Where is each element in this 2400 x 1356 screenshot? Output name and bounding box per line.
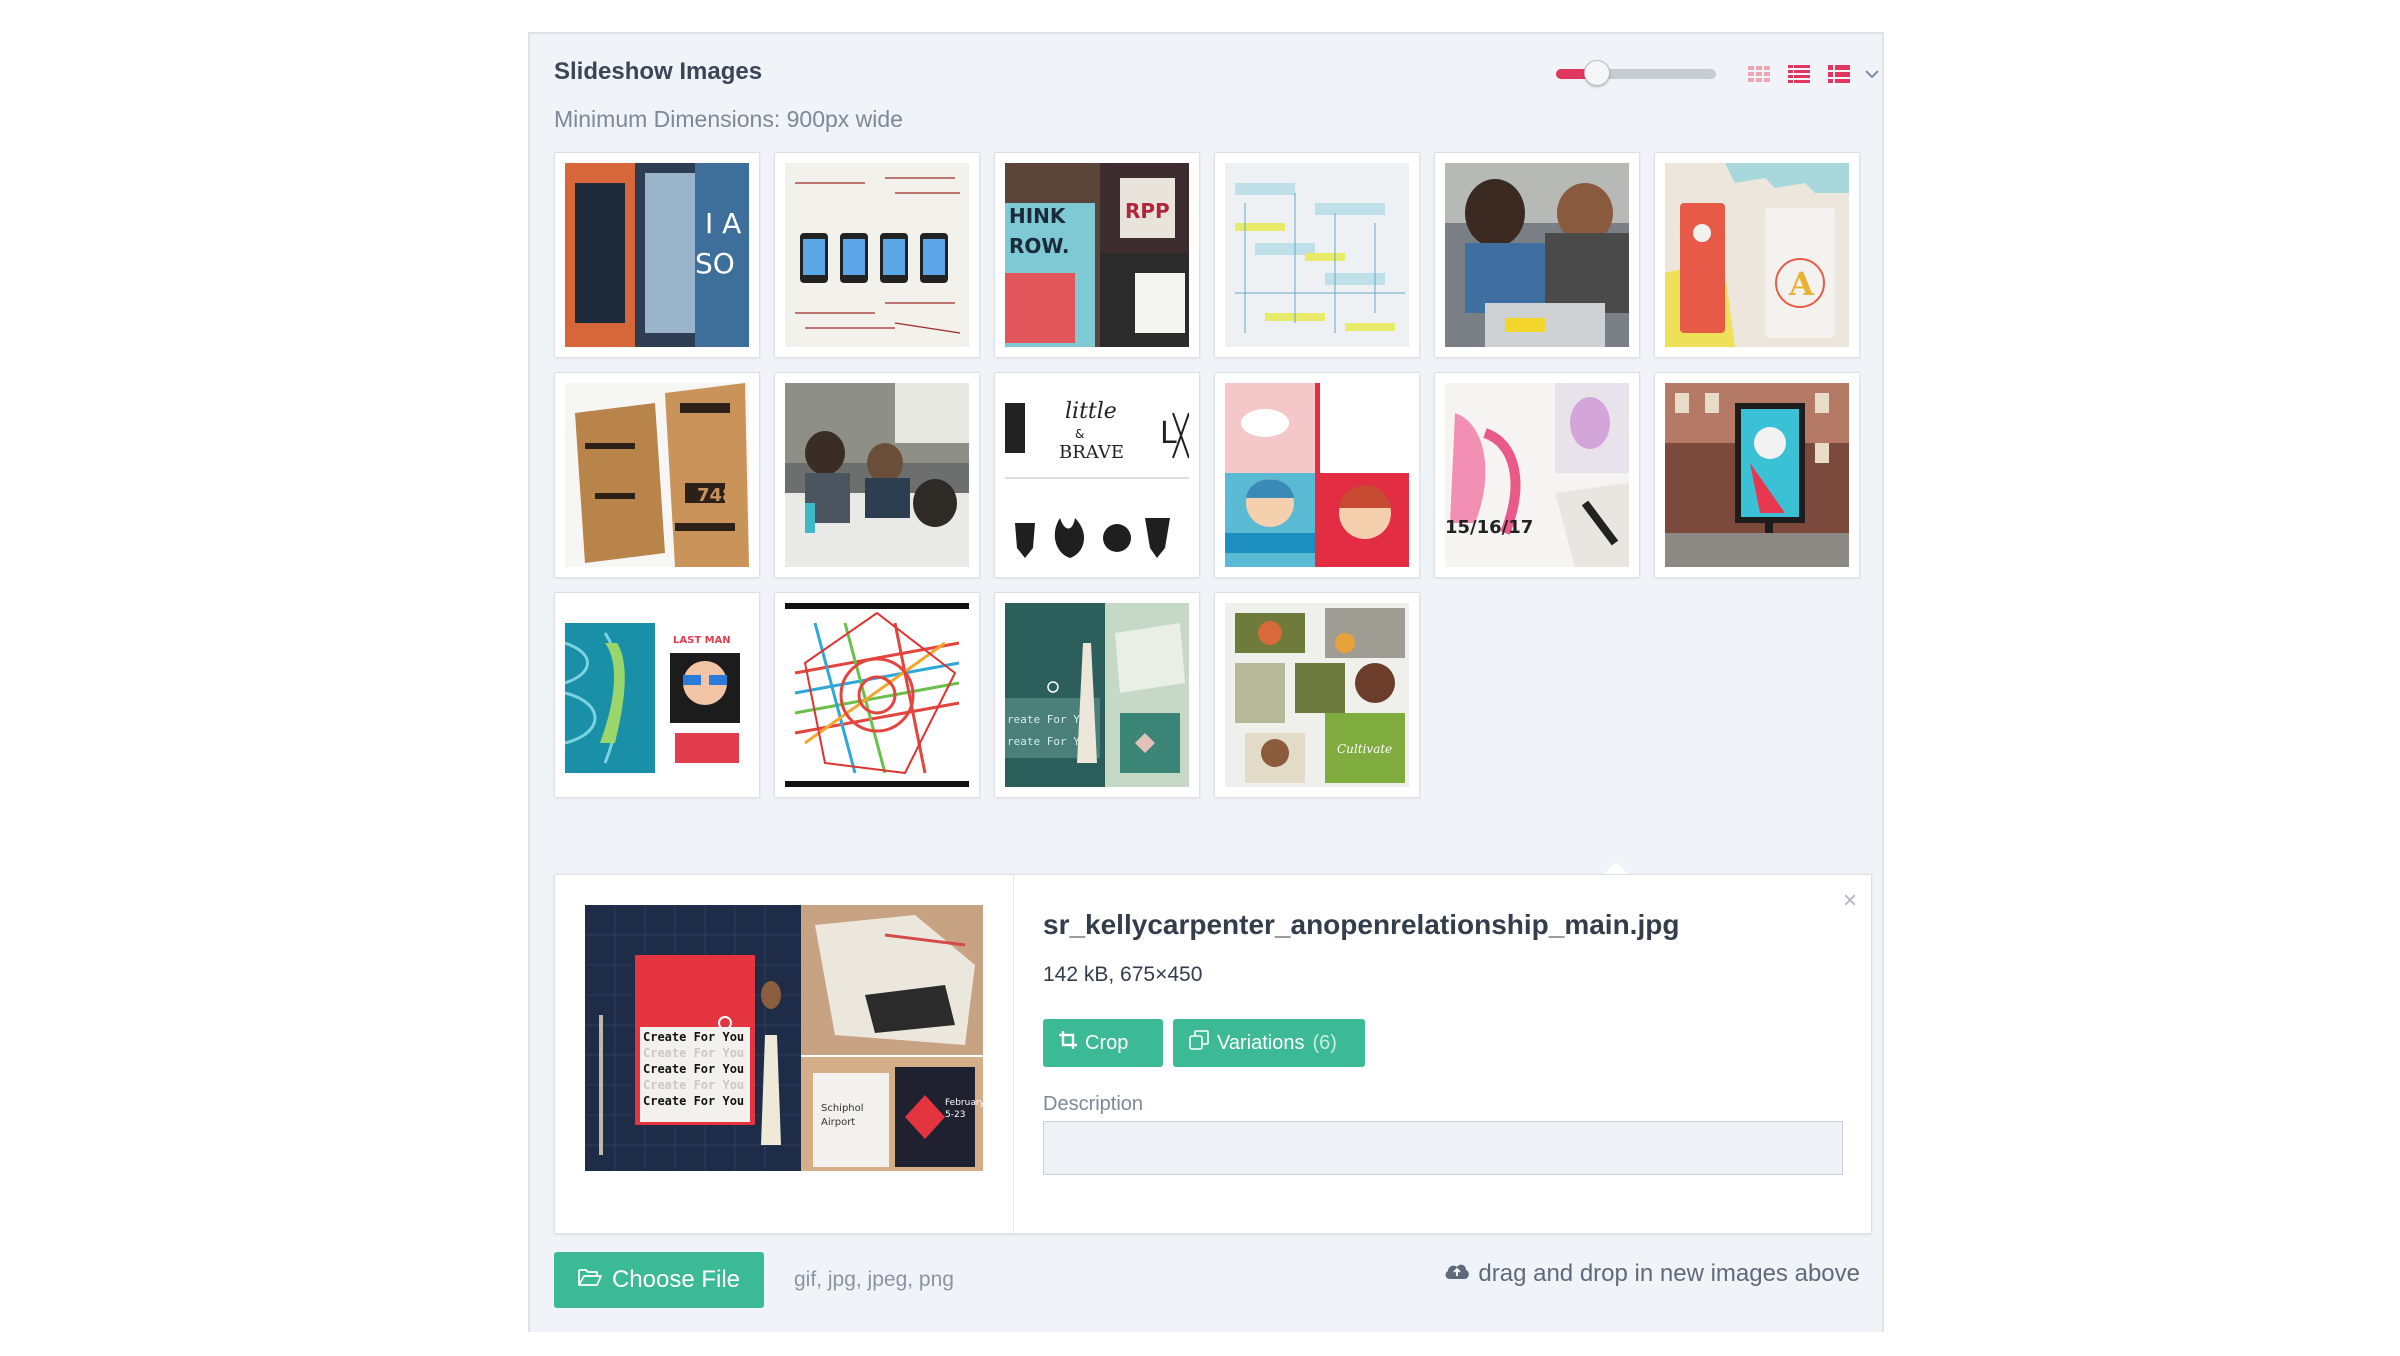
folder-open-icon	[578, 1266, 602, 1294]
thumbnail-image	[785, 383, 969, 567]
grid-view-icon[interactable]	[1748, 64, 1770, 84]
list-view-icon[interactable]	[1828, 64, 1850, 84]
svg-text:LAST MAN: LAST MAN	[673, 635, 731, 646]
chevron-down-icon[interactable]	[1864, 64, 1886, 84]
thumbnail-item[interactable]	[1654, 372, 1860, 578]
thumbnail-item[interactable]: 748	[554, 372, 760, 578]
variations-label: Variations	[1217, 1031, 1305, 1054]
preview-create-line: Create For You	[643, 1062, 744, 1076]
thumbnail-image	[1445, 163, 1629, 347]
preview-create-line: Create For You	[643, 1078, 744, 1092]
thumbnail-item[interactable]	[774, 592, 980, 798]
svg-text:SO: SO	[695, 247, 735, 280]
preview-date-text-2: 5-23	[945, 1110, 965, 1120]
choose-file-label: Choose File	[611, 1266, 741, 1293]
svg-text:Cultivate: Cultivate	[1337, 742, 1392, 756]
thumbnail-item[interactable]: reate For Yo reate For Yo	[994, 592, 1200, 798]
close-icon[interactable]: ×	[1843, 887, 1857, 915]
thumbnail-image: reate For Yo reate For Yo	[1005, 603, 1189, 787]
thumbnail-image	[1225, 383, 1409, 567]
thumbnail-item[interactable]: I A SO	[554, 152, 760, 358]
svg-text:RPP: RPP	[1125, 199, 1170, 223]
crop-label: Crop	[1085, 1031, 1129, 1054]
detail-preview-pane: Create For You Create For You Create For…	[555, 875, 1014, 1233]
variations-button[interactable]: Variations (6)	[1173, 1019, 1365, 1067]
svg-text:HINK: HINK	[1009, 204, 1067, 228]
thumbnail-item[interactable]: HINK ROW. RPP	[994, 152, 1200, 358]
svg-text:&: &	[1075, 427, 1084, 441]
crop-button[interactable]: Crop	[1043, 1019, 1163, 1067]
svg-text:ROW.: ROW.	[1009, 234, 1069, 258]
preview-airport-text-2: Airport	[821, 1117, 855, 1128]
thumbnail-image: 15/16/17	[1445, 383, 1629, 567]
svg-text:748: 748	[697, 485, 735, 506]
description-input[interactable]	[1043, 1121, 1843, 1175]
thumbnail-image: I A SO	[565, 163, 749, 347]
variations-icon	[1189, 1030, 1209, 1056]
thumbnail-item[interactable]	[1214, 152, 1420, 358]
preview-create-line: Create For You	[643, 1030, 744, 1044]
thumbnail-image	[785, 163, 969, 347]
preview-airport-text: Schiphol	[821, 1103, 864, 1114]
thumbnail-item[interactable]	[774, 152, 980, 358]
svg-text:BRAVE: BRAVE	[1059, 442, 1124, 463]
compact-list-view-icon[interactable]	[1788, 64, 1810, 84]
thumbnail-item[interactable]	[1214, 372, 1420, 578]
thumbnail-item[interactable]	[1434, 152, 1640, 358]
crop-icon	[1059, 1031, 1077, 1055]
svg-text:A: A	[1788, 265, 1815, 303]
svg-text:reate For Yo: reate For Yo	[1007, 713, 1086, 726]
thumbnail-item[interactable]: 15/16/17	[1434, 372, 1640, 578]
thumbnail-image	[1225, 163, 1409, 347]
thumbnail-image: A	[1665, 163, 1849, 347]
image-detail-card: Create For You Create For You Create For…	[554, 874, 1872, 1234]
slider-handle[interactable]	[1584, 60, 1610, 86]
preview-create-line: Create For You	[643, 1046, 744, 1060]
thumbnail-grid: I A SO HINK ROW. RPP A 748 little & BRAV…	[554, 152, 1874, 802]
thumbnail-image: HINK ROW. RPP	[1005, 163, 1189, 347]
thumbnail-item[interactable]: Cultivate	[1214, 592, 1420, 798]
drag-drop-hint: drag and drop in new images above	[1444, 1260, 1860, 1288]
choose-file-button[interactable]: Choose File	[554, 1252, 764, 1308]
thumbnail-image	[1665, 383, 1849, 567]
preview-date-text: February	[945, 1098, 983, 1108]
variations-count: (6)	[1312, 1031, 1337, 1054]
image-file-meta: 142 kB, 675×450	[1043, 963, 1203, 986]
panel-title: Slideshow Images	[554, 58, 763, 85]
thumbnail-item[interactable]: LAST MAN	[554, 592, 760, 798]
thumbnail-size-slider[interactable]	[1556, 60, 1716, 86]
thumbnail-image: LAST MAN	[565, 603, 749, 787]
thumbnail-image: Cultivate	[1225, 603, 1409, 787]
cloud-upload-icon	[1444, 1260, 1470, 1288]
svg-text:reate For Yo: reate For Yo	[1007, 735, 1086, 748]
svg-text:15/16/17: 15/16/17	[1445, 517, 1533, 538]
thumbnail-item[interactable]	[774, 372, 980, 578]
thumbnail-item[interactable]: A	[1654, 152, 1860, 358]
thumbnail-item[interactable]: little & BRAVE L	[994, 372, 1200, 578]
svg-text:little: little	[1065, 399, 1117, 424]
thumbnail-image: little & BRAVE L	[1005, 383, 1189, 567]
svg-text:I A: I A	[705, 207, 741, 240]
description-label: Description	[1043, 1093, 1144, 1115]
drag-drop-text: drag and drop in new images above	[1478, 1260, 1860, 1287]
minimum-dimensions-note: Minimum Dimensions: 900px wide	[554, 106, 903, 132]
allowed-file-types: gif, jpg, jpeg, png	[794, 1268, 954, 1291]
selection-caret	[1604, 862, 1628, 874]
slideshow-images-panel: Slideshow Images Minimum Dimensions: 900…	[528, 32, 1884, 1332]
svg-text:L: L	[1160, 416, 1177, 451]
preview-create-line: Create For You	[643, 1094, 744, 1108]
thumbnail-image	[785, 603, 969, 787]
detail-preview-image: Create For You Create For You Create For…	[585, 905, 986, 1171]
image-filename: sr_kellycarpenter_anopenrelationship_mai…	[1043, 909, 1680, 940]
thumbnail-image: 748	[565, 383, 749, 567]
